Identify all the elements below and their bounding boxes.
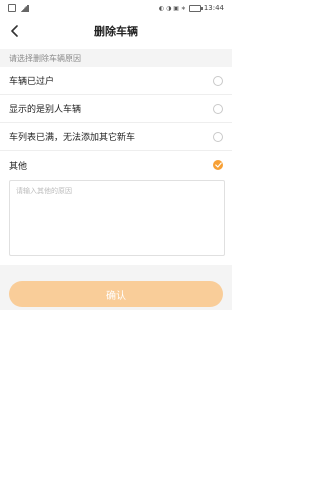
confirm-button[interactable]: 确认 [9,281,223,307]
option-label: 其他 [9,161,28,172]
radio-checked-icon[interactable] [213,160,223,170]
back-button[interactable] [6,22,24,40]
checkmark-icon [214,162,222,168]
section-label: 请选择删除车辆原因 [0,49,232,67]
option-other[interactable]: 其他 [0,151,232,179]
option-list-full[interactable]: 车列表已满，无法添加其它新车 [0,123,232,151]
battery-icon [188,4,203,12]
radio-unchecked-icon[interactable] [213,75,223,86]
status-left [8,4,29,12]
radio-unchecked-icon[interactable] [213,131,223,142]
header: 删除车辆 [0,16,232,46]
chevron-left-icon [11,25,18,37]
sim-icon [8,4,16,12]
option-transferred[interactable]: 车辆已过户 [0,67,232,95]
status-icons: ◐ ◑ ▣ ∗ [158,4,186,12]
option-label: 车列表已满，无法添加其它新车 [9,133,136,143]
status-right: ◐ ◑ ▣ ∗ 13:44 [159,4,224,12]
option-label: 显示的是别人车辆 [9,105,82,115]
option-others-vehicle[interactable]: 显示的是别人车辆 [0,95,232,123]
status-bar: ◐ ◑ ▣ ∗ 13:44 [0,0,232,16]
page-title: 删除车辆 [94,25,138,38]
reason-options: 车辆已过户 显示的是别人车辆 车列表已满，无法添加其它新车 其他 [0,67,232,179]
status-time: 13:44 [203,4,224,12]
option-label: 车辆已过户 [9,77,55,87]
signal-icon [19,4,29,12]
reason-input[interactable]: 请输入其他的原因 [9,180,225,256]
radio-unchecked-icon[interactable] [213,103,223,114]
